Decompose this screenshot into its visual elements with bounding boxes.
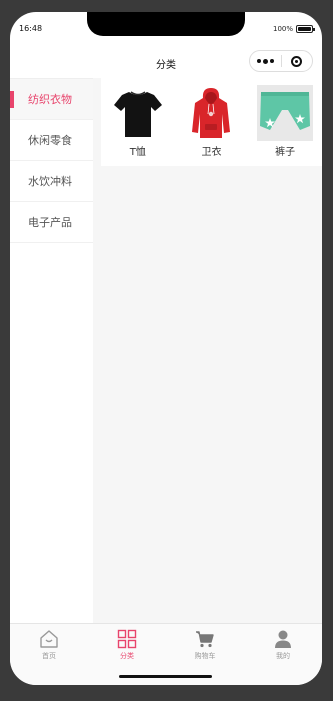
more-options-icon[interactable] xyxy=(250,51,281,71)
product-label: 裤子 xyxy=(275,147,296,158)
category-sidebar: 纺织衣物 休闲零食 水饮冲料 电子产品 xyxy=(10,78,93,623)
tab-label: 购物车 xyxy=(194,652,216,660)
bottom-tab-bar: 首页 分类 购物车 我的 xyxy=(10,623,322,685)
sidebar-item-label: 休闲零食 xyxy=(28,134,72,147)
cart-icon xyxy=(196,631,214,648)
product-tshirt[interactable]: T恤 xyxy=(108,85,168,166)
home-icon xyxy=(40,630,58,648)
pants-image xyxy=(257,85,314,141)
category-content: 纺织衣物 休闲零食 水饮冲料 电子产品 T恤 卫衣 裤子 xyxy=(10,78,322,623)
user-icon xyxy=(275,630,291,648)
tab-label: 我的 xyxy=(276,652,290,660)
navigation-bar: 分类 xyxy=(10,50,322,78)
sidebar-item-textiles[interactable]: 纺织衣物 xyxy=(10,79,93,120)
close-mini-program-icon[interactable] xyxy=(282,51,313,71)
category-grid-icon xyxy=(117,629,137,649)
mini-program-capsule xyxy=(249,50,313,72)
product-label: T恤 xyxy=(129,147,146,158)
product-label: 卫衣 xyxy=(201,147,222,158)
product-hoodie[interactable]: 卫衣 xyxy=(181,85,241,166)
hoodie-image xyxy=(183,85,239,141)
sidebar-item-electronics[interactable]: 电子产品 xyxy=(10,202,93,243)
tshirt-image xyxy=(110,85,166,141)
home-indicator xyxy=(119,675,212,678)
battery-icon xyxy=(296,25,315,33)
sidebar-item-drinks[interactable]: 水饮冲料 xyxy=(10,161,93,202)
status-time: 16:48 xyxy=(19,24,43,33)
sidebar-item-snacks[interactable]: 休闲零食 xyxy=(10,120,93,161)
tab-label: 首页 xyxy=(42,652,56,660)
tab-label: 分类 xyxy=(120,652,134,660)
tab-profile[interactable]: 我的 xyxy=(244,624,322,664)
product-pants[interactable]: 裤子 xyxy=(255,85,315,166)
tab-category[interactable]: 分类 xyxy=(88,624,166,664)
product-grid: T恤 卫衣 裤子 xyxy=(101,78,322,166)
sidebar-item-label: 纺织衣物 xyxy=(28,93,72,106)
tab-home[interactable]: 首页 xyxy=(10,624,88,664)
tab-cart[interactable]: 购物车 xyxy=(166,624,244,664)
phone-screen: 16:48 100% 分类 纺织衣物 休闲零食 水饮冲料 电子产品 T恤 卫衣 … xyxy=(10,12,322,685)
product-panel: T恤 卫衣 裤子 xyxy=(93,78,322,623)
camera-notch xyxy=(87,12,245,36)
sidebar-item-label: 水饮冲料 xyxy=(28,175,72,188)
sidebar-item-label: 电子产品 xyxy=(28,216,72,229)
battery-percentage: 100% xyxy=(272,25,293,33)
